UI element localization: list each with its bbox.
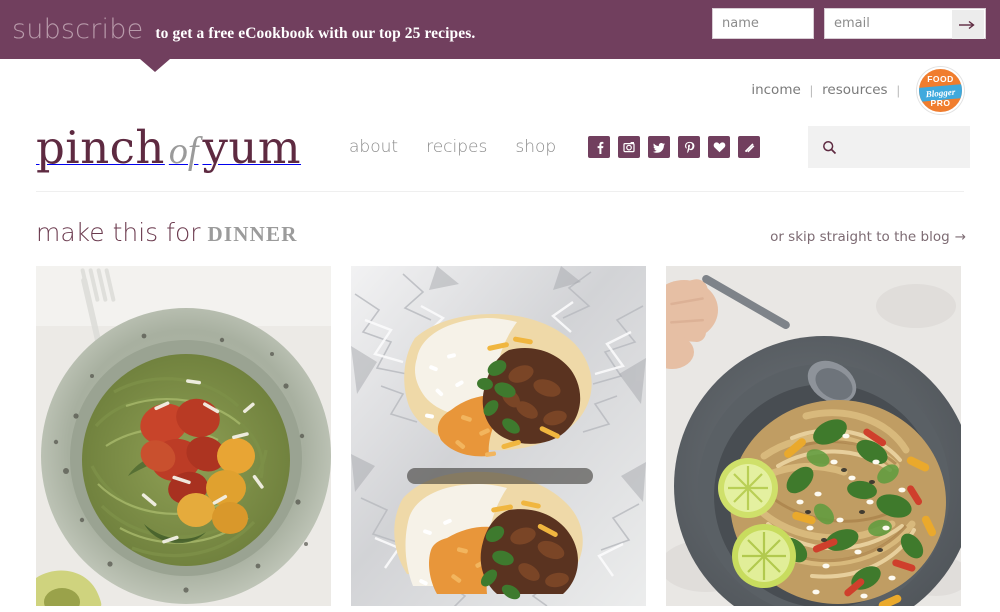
feedly-icon[interactable] [738, 136, 761, 158]
badge-top-text: FOOD [927, 73, 954, 84]
subscribe-bar-notch [140, 59, 170, 72]
subscribe-bar: subscribe to get a free eCookbook with o… [0, 0, 1000, 72]
logo-part-yum: yum [202, 120, 302, 174]
nav-item-about[interactable]: about [349, 137, 398, 157]
arrow-right-icon: → [954, 229, 966, 245]
social-links [588, 136, 761, 158]
main-header: pinch ofyum about recipes shop [0, 103, 1000, 191]
util-separator-2: | [896, 82, 900, 98]
recipe-card-peanut-noodle-salad[interactable] [666, 266, 961, 606]
instagram-icon[interactable] [618, 136, 641, 158]
subscribe-word: subscribe [12, 14, 144, 45]
food-blogger-pro-badge[interactable]: FOOD Blogger PRO [917, 66, 964, 114]
search-input[interactable] [845, 139, 945, 155]
section-title-main: make this for [36, 218, 201, 247]
logo-part-of: of [168, 129, 199, 172]
recipe-image-2 [351, 266, 646, 606]
search-box[interactable] [808, 126, 970, 168]
util-separator-1: | [809, 82, 814, 98]
subscribe-tagline: to get a free eCookbook with our top 25 … [155, 25, 476, 42]
name-input[interactable] [713, 16, 813, 31]
site-logo[interactable]: pinch ofyum [36, 121, 301, 174]
nav-item-shop[interactable]: shop [515, 137, 556, 157]
twitter-icon[interactable] [648, 136, 671, 158]
skip-to-blog-link[interactable]: or skip straight to the blog → [770, 229, 966, 245]
pinterest-icon[interactable] [678, 136, 701, 158]
skip-link-label: or skip straight to the blog [770, 229, 950, 245]
bloglovin-icon[interactable] [708, 136, 731, 158]
page-title: make this for DINNER [36, 218, 298, 248]
recipe-image-1 [36, 266, 331, 606]
name-field-wrapper[interactable] [712, 8, 814, 39]
nav-item-recipes[interactable]: recipes [426, 137, 487, 157]
arrow-right-icon [959, 20, 975, 29]
util-link-income[interactable]: income [751, 82, 800, 98]
section-header: make this for DINNER or skip straight to … [0, 192, 1000, 248]
facebook-icon[interactable] [588, 136, 611, 158]
util-link-resources[interactable]: resources [822, 82, 887, 98]
badge-bottom-text: PRO [930, 97, 951, 108]
subscribe-submit-button[interactable] [952, 10, 984, 39]
subscribe-message: subscribe to get a free eCookbook with o… [0, 14, 475, 45]
recipe-card-pesto-zucchini-noodles[interactable] [36, 266, 331, 606]
subscribe-form [712, 8, 986, 39]
recipe-card-grid [0, 248, 1000, 606]
email-field-wrapper[interactable] [824, 8, 986, 39]
main-nav: about recipes shop [349, 137, 556, 157]
recipe-image-3 [666, 266, 961, 606]
recipe-card-burritos-in-foil[interactable] [351, 266, 646, 606]
logo-part-pinch: pinch [36, 120, 165, 174]
section-title-accent: DINNER [207, 222, 298, 246]
search-icon [823, 140, 837, 154]
